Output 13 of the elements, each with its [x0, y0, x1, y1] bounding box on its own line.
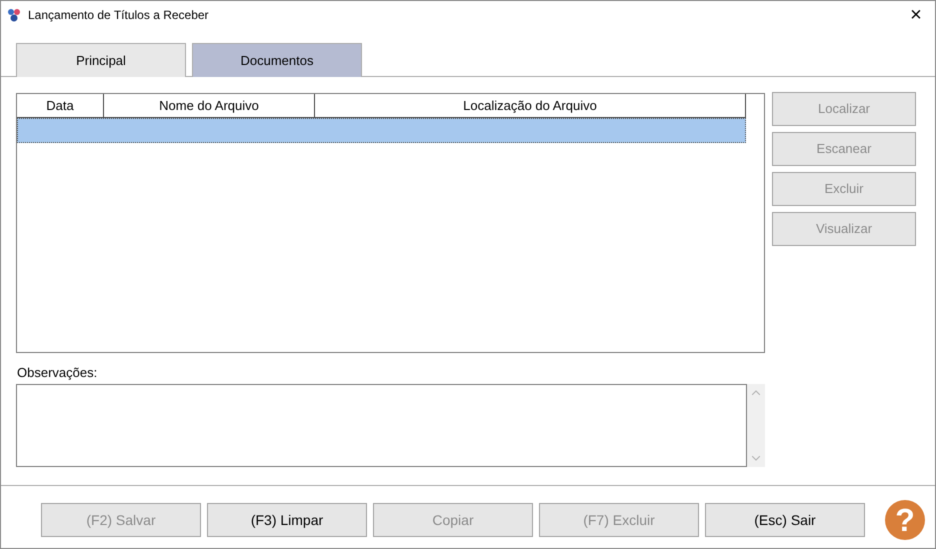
scrollbar[interactable] [747, 384, 765, 467]
footer-button[interactable]: (F3) Limpar [207, 503, 367, 537]
app-logo-icon [6, 6, 22, 22]
table-row[interactable] [17, 118, 746, 143]
scroll-up-icon[interactable] [752, 390, 760, 395]
window-title: Lançamento de Títulos a Receber [28, 6, 209, 24]
close-button[interactable]: × [902, 4, 930, 24]
notes-field[interactable] [16, 384, 747, 467]
footer-button[interactable]: (Esc) Sair [705, 503, 865, 537]
scroll-down-icon[interactable] [752, 456, 760, 461]
tab[interactable]: Documentos [192, 43, 362, 77]
notes-label: Observações: [17, 365, 98, 380]
tab[interactable]: Principal [16, 43, 186, 77]
